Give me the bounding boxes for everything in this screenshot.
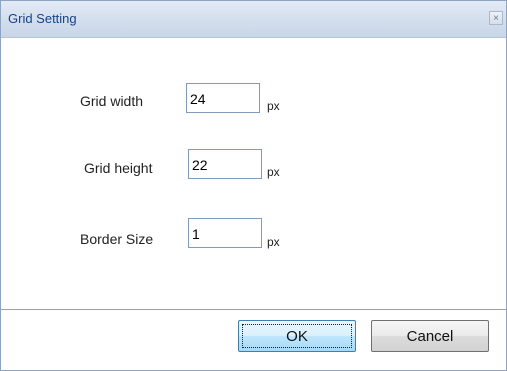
border-size-label: Border Size	[80, 231, 154, 247]
cancel-button-label: Cancel	[406, 327, 454, 345]
dialog-titlebar[interactable]: Grid Setting ×	[1, 1, 506, 38]
grid-height-input[interactable]	[188, 149, 262, 179]
grid-width-label: Grid width	[80, 93, 144, 109]
grid-width-input[interactable]	[186, 83, 260, 113]
close-button[interactable]: ×	[489, 11, 503, 25]
dialog-footer: OK Cancel	[1, 310, 506, 370]
grid-height-unit: px	[267, 165, 280, 179]
dialog-title: Grid Setting	[8, 11, 77, 26]
grid-height-label: Grid height	[84, 160, 153, 176]
close-icon: ×	[493, 13, 499, 24]
cancel-button[interactable]: Cancel	[371, 320, 489, 352]
border-size-input[interactable]	[188, 218, 262, 248]
dialog-body: Grid width px Grid height px Border Size…	[1, 38, 506, 309]
ok-button-label: OK	[286, 327, 308, 345]
ok-button[interactable]: OK	[238, 320, 356, 352]
grid-width-unit: px	[267, 99, 280, 113]
border-size-unit: px	[267, 235, 280, 249]
grid-setting-dialog: Grid Setting × Grid width px Grid height…	[0, 0, 507, 371]
